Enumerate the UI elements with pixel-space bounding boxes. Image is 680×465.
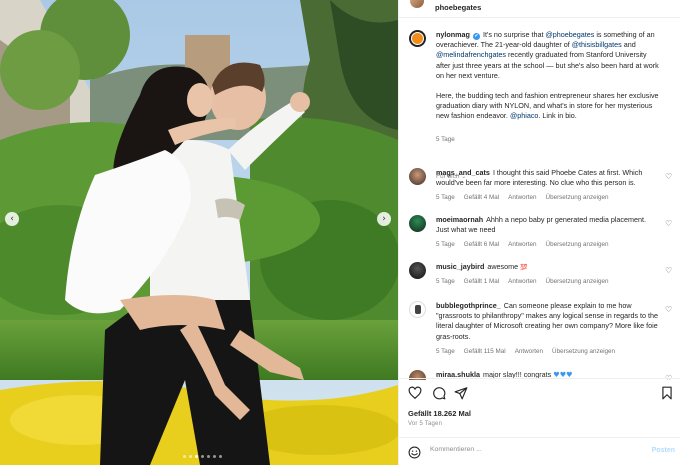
next-slide-button[interactable]: ›: [377, 212, 391, 226]
reply-button[interactable]: Antworten: [515, 348, 543, 355]
comment-likes[interactable]: Gefällt 4 Mal: [464, 194, 499, 201]
commenter-avatar[interactable]: [409, 262, 426, 279]
comment-meta: 5 Tage Gefällt 1 Mal Antworten Übersetzung …: [436, 278, 618, 285]
nylonmag-avatar[interactable]: [409, 30, 426, 47]
divider: [399, 378, 680, 379]
carousel-dot: [189, 455, 192, 458]
mention-link[interactable]: @thisisbillgates: [572, 40, 622, 49]
caption-username[interactable]: nylonmag: [436, 30, 470, 39]
comment-username[interactable]: music_jaybird: [436, 262, 484, 271]
heart-outline-icon[interactable]: ♡: [665, 306, 673, 314]
reply-button[interactable]: Antworten: [508, 241, 536, 248]
chevron-left-icon: ‹: [10, 214, 14, 224]
comment-text: mags_and_cats I thought this said Phoebe …: [436, 168, 661, 188]
paper-plane-icon[interactable]: [454, 386, 468, 400]
mention-link[interactable]: @phiaco: [510, 111, 538, 120]
heart-outline-icon[interactable]: [408, 386, 422, 400]
comment-text: moeimaornah Ahhh a nepo baby pr generated…: [436, 215, 661, 235]
post-date[interactable]: Vor 5 Tagen: [408, 421, 442, 427]
carousel-dot: [207, 455, 210, 458]
hundred-points-icon: 💯: [520, 265, 528, 271]
comment-bubble-icon[interactable]: [432, 386, 446, 400]
comment-likes[interactable]: Gefällt 115 Mal: [464, 348, 506, 355]
translate-button[interactable]: Übersetzung anzeigen: [546, 194, 609, 201]
comment-meta: 5 Tage Gefällt 6 Mal Antworten Übersetzung …: [436, 241, 618, 248]
comment-text: music_jaybird awesome 💯: [436, 262, 661, 273]
commenter-avatar[interactable]: [409, 215, 426, 232]
comment-username[interactable]: mags_and_cats: [436, 168, 490, 177]
comment-meta: 5 Tage Gefällt 115 Mal Antworten Übersetzun…: [436, 348, 624, 355]
post-button[interactable]: Posten: [652, 447, 675, 454]
comment-username[interactable]: bubblegothprince_: [436, 301, 501, 310]
comment-time[interactable]: 5 Tage: [436, 194, 455, 201]
carousel-indicator: [183, 455, 222, 458]
comment-likes[interactable]: Gefällt 1 Mal: [464, 278, 499, 285]
caption-meta: 5 Tage: [436, 136, 464, 143]
carousel-dot: [183, 455, 186, 458]
carousel-dot: [201, 455, 204, 458]
verified-badge-icon: ✔: [472, 33, 480, 40]
comment-time[interactable]: 5 Tage: [436, 241, 455, 248]
heart-outline-icon[interactable]: ♡: [665, 220, 673, 228]
comment-input[interactable]: [430, 446, 630, 453]
mention-link[interactable]: @melindafrenchgates: [436, 50, 506, 59]
translate-button[interactable]: Übersetzung anzeigen: [546, 241, 609, 248]
divider: [399, 437, 680, 438]
comments-list[interactable]: nylonmag ✔ It's no surprise that @phoebega…: [399, 22, 680, 380]
bookmark-icon[interactable]: [660, 386, 674, 400]
comment-likes[interactable]: Gefällt 6 Mal: [464, 241, 499, 248]
comment-composer: Posten: [399, 440, 680, 465]
post-media[interactable]: ‹ ›: [0, 0, 398, 465]
author-avatar[interactable]: [410, 0, 424, 8]
post-header: phoebegates: [399, 0, 680, 18]
previous-slide-button[interactable]: ‹: [5, 212, 19, 226]
post-details-panel: phoebegates nylonmag ✔ It's no surprise th…: [398, 0, 680, 465]
carousel-dot-active: [195, 455, 198, 458]
comment-username[interactable]: moeimaornah: [436, 215, 483, 224]
caption-text: nylonmag ✔ It's no surprise that @phoebega…: [436, 30, 661, 122]
comment-text: bubblegothprince_ Can someone please expl…: [436, 301, 661, 342]
caption-segment: . Link in bio.: [538, 111, 577, 121]
mention-link[interactable]: @phoebegates: [545, 30, 594, 39]
post-photo: [0, 0, 398, 465]
translate-button[interactable]: Übersetzung anzeigen: [546, 278, 609, 285]
comment-time[interactable]: 5 Tage: [436, 278, 455, 285]
caption-segment: and: [621, 40, 636, 50]
likes-count[interactable]: Gefällt 18.262 Mal: [408, 409, 471, 418]
caption-segment: It's no surprise that: [482, 30, 546, 39]
author-username[interactable]: phoebegates: [435, 3, 481, 12]
instagram-post-view: ‹ › phoebegates nylonmag ✔ It's no surpr…: [0, 0, 680, 465]
commenter-avatar[interactable]: [409, 168, 426, 185]
reply-button[interactable]: Antworten: [508, 278, 536, 285]
caption-time[interactable]: 5 Tage: [436, 136, 455, 143]
translate-button[interactable]: Übersetzung anzeigen: [552, 348, 615, 355]
heart-outline-icon[interactable]: ♡: [665, 173, 673, 181]
commenter-avatar[interactable]: [409, 301, 426, 318]
comment-body: awesome: [487, 262, 519, 271]
chevron-right-icon: ›: [382, 214, 386, 224]
reply-button[interactable]: Antworten: [508, 194, 536, 201]
carousel-dot: [219, 455, 222, 458]
carousel-dot: [213, 455, 216, 458]
comment-time[interactable]: 5 Tage: [436, 348, 455, 355]
heart-outline-icon[interactable]: ♡: [665, 267, 673, 275]
comment-meta: 5 Tage Gefällt 4 Mal Antworten Übersetzung …: [436, 194, 618, 201]
smiley-icon[interactable]: [408, 446, 421, 459]
action-bar: [408, 386, 674, 400]
